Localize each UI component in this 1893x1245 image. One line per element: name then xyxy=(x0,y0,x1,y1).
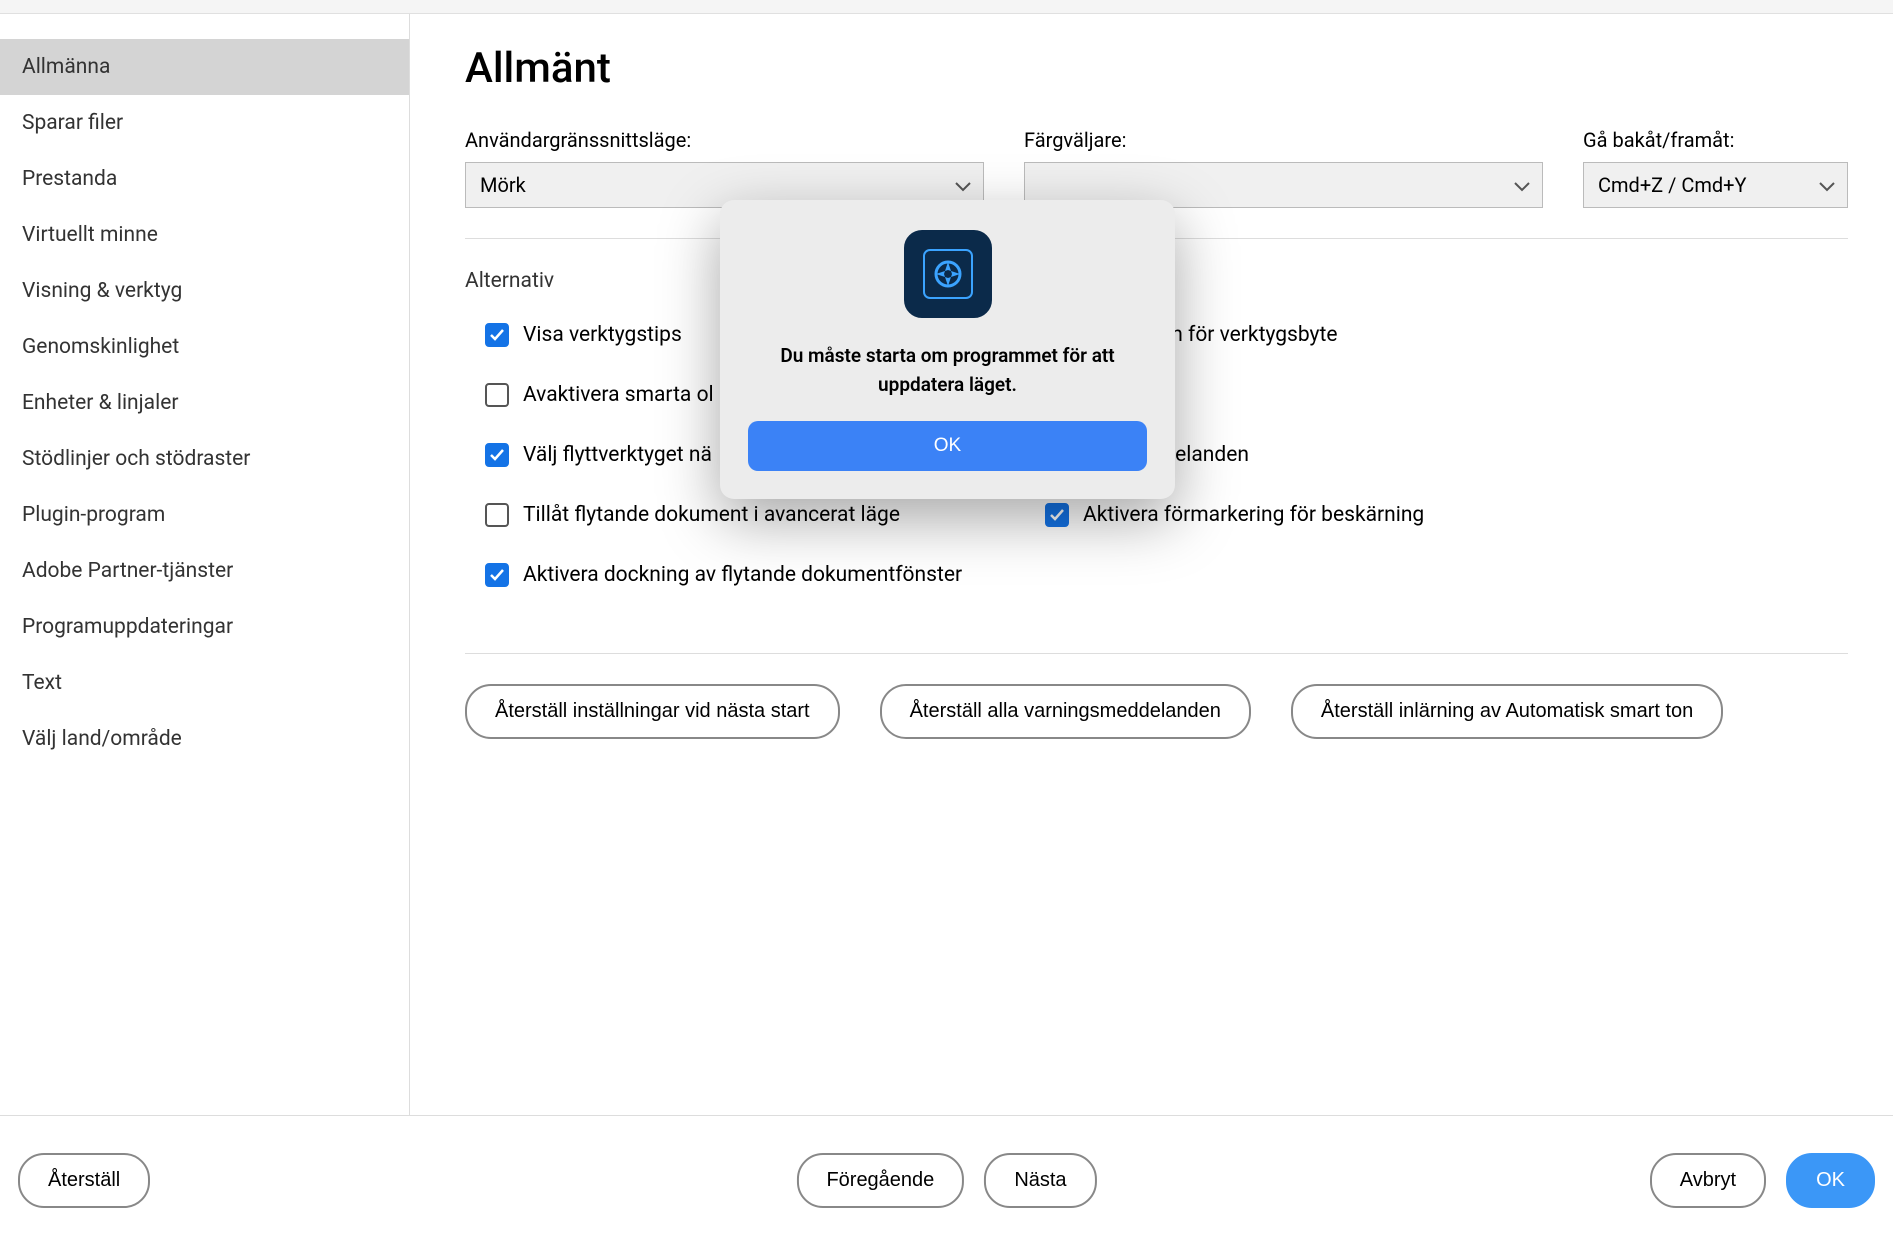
reset-button[interactable]: Återställ xyxy=(18,1153,150,1208)
checkbox[interactable] xyxy=(485,443,509,467)
select-row: Användargränssnittsläge: Mörk Färgväljar… xyxy=(465,128,1848,208)
ui-mode-value: Mörk xyxy=(480,173,526,197)
sidebar-item-scratch-disks[interactable]: Virtuellt minne xyxy=(0,207,409,263)
checkbox[interactable] xyxy=(485,323,509,347)
option-enable-docking[interactable]: Aktivera dockning av flytande dokumentfö… xyxy=(485,563,985,587)
sidebar-item-display-cursors[interactable]: Visning & verktyg xyxy=(0,263,409,319)
option-label: Välj flyttverktyget nä xyxy=(523,443,712,467)
undo-select[interactable]: Cmd+Z / Cmd+Y xyxy=(1583,162,1848,208)
sidebar: Allmänna Sparar filer Prestanda Virtuell… xyxy=(0,14,410,1115)
checkbox[interactable] xyxy=(485,383,509,407)
reset-autotone-button[interactable]: Återställ inlärning av Automatisk smart … xyxy=(1291,684,1723,739)
page-title: Allmänt xyxy=(465,44,1848,93)
sidebar-item-plugins[interactable]: Plugin-program xyxy=(0,487,409,543)
divider xyxy=(465,653,1848,654)
ui-mode-label: Användargränssnittsläge: xyxy=(465,128,984,152)
modal-ok-button[interactable]: OK xyxy=(748,421,1147,471)
option-label: Tillåt flytande dokument i avancerat läg… xyxy=(523,503,900,527)
modal-message: Du måste starta om programmet för att up… xyxy=(748,342,1147,399)
option-label: Aktivera dockning av flytande dokumentfö… xyxy=(523,563,962,587)
main-container: Allmänna Sparar filer Prestanda Virtuell… xyxy=(0,14,1893,1115)
reset-prefs-button[interactable]: Återställ inställningar vid nästa start xyxy=(465,684,840,739)
sidebar-item-app-updates[interactable]: Programuppdateringar xyxy=(0,599,409,655)
sidebar-item-saving-files[interactable]: Sparar filer xyxy=(0,95,409,151)
sidebar-item-transparency[interactable]: Genomskinlighet xyxy=(0,319,409,375)
sidebar-item-units-rulers[interactable]: Enheter & linjaler xyxy=(0,375,409,431)
ui-mode-group: Användargränssnittsläge: Mörk xyxy=(465,128,984,208)
restart-modal: Du måste starta om programmet för att up… xyxy=(720,200,1175,499)
option-precrop[interactable]: Aktivera förmarkering för beskärning xyxy=(1045,503,1424,527)
nav-buttons: Föregående Nästa xyxy=(796,1153,1096,1208)
chevron-down-icon xyxy=(1514,173,1530,197)
sidebar-item-guides-grid[interactable]: Stödlinjer och stödraster xyxy=(0,431,409,487)
sidebar-item-performance[interactable]: Prestanda xyxy=(0,151,409,207)
window-titlebar xyxy=(0,0,1893,14)
option-label: Avaktivera smarta ol xyxy=(523,383,714,407)
option-allow-floating[interactable]: Tillåt flytande dokument i avancerat läg… xyxy=(485,503,985,527)
sidebar-item-adobe-partner[interactable]: Adobe Partner-tjänster xyxy=(0,543,409,599)
prev-button[interactable]: Föregående xyxy=(796,1153,964,1208)
option-label: Visa verktygstips xyxy=(523,323,682,347)
chevron-down-icon xyxy=(1819,173,1835,197)
undo-value: Cmd+Z / Cmd+Y xyxy=(1598,173,1747,197)
ok-button[interactable]: OK xyxy=(1786,1153,1875,1208)
cancel-button[interactable]: Avbryt xyxy=(1650,1153,1766,1208)
main-panel: Allmänt Användargränssnittsläge: Mörk Fä… xyxy=(415,14,1893,1115)
option-label: Aktivera förmarkering för beskärning xyxy=(1083,503,1424,527)
checkbox[interactable] xyxy=(1045,503,1069,527)
color-picker-group: Färgväljare: xyxy=(1024,128,1543,208)
undo-group: Gå bakåt/framåt: Cmd+Z / Cmd+Y xyxy=(1583,128,1848,208)
checkbox[interactable] xyxy=(485,563,509,587)
checkbox[interactable] xyxy=(485,503,509,527)
sidebar-item-general[interactable]: Allmänna xyxy=(0,39,409,95)
bottom-bar: Återställ Föregående Nästa Avbryt OK xyxy=(0,1115,1893,1245)
undo-label: Gå bakåt/framåt: xyxy=(1583,128,1848,152)
sidebar-item-country-region[interactable]: Välj land/område xyxy=(0,711,409,767)
chevron-down-icon xyxy=(955,173,971,197)
reset-warnings-button[interactable]: Återställ alla varningsmeddelanden xyxy=(880,684,1251,739)
sidebar-item-type[interactable]: Text xyxy=(0,655,409,711)
color-picker-label: Färgväljare: xyxy=(1024,128,1543,152)
next-button[interactable]: Nästa xyxy=(984,1153,1096,1208)
reset-row: Återställ inställningar vid nästa start … xyxy=(465,684,1848,739)
app-icon xyxy=(904,230,992,318)
